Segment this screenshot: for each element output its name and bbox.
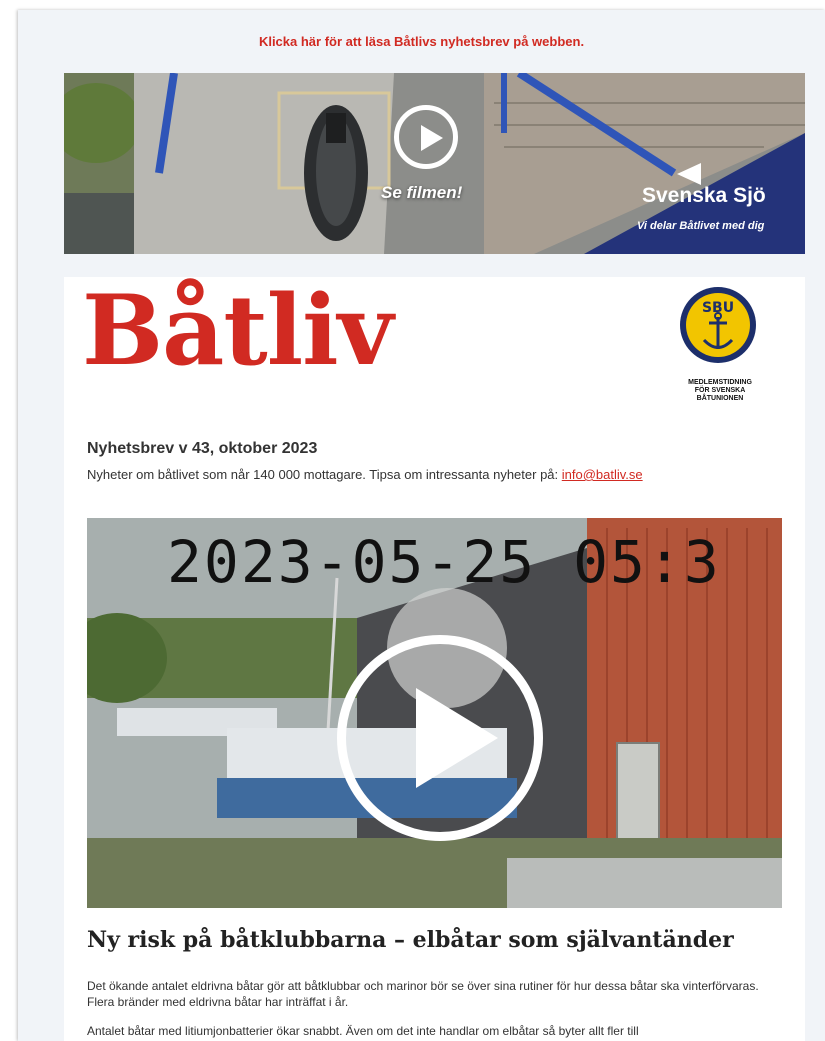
svenska-sjo-logo-icon [677, 163, 701, 185]
email-link[interactable]: info@batliv.se [562, 467, 643, 482]
article-video[interactable]: 2023-05-25 05:3 [87, 518, 782, 908]
banner-cta-label[interactable]: Se filmen! [381, 183, 462, 203]
sbu-caption-line: FÖR SVENSKA [694, 387, 746, 394]
intro-label: Nyheter om båtlivet som når 140 000 mott… [87, 467, 562, 482]
brand-tagline: Vi delar Båtlivet med dig [637, 220, 765, 232]
sbu-caption-line: MEDLEMSTIDNING [688, 379, 752, 386]
article-paragraph: Antalet båtar med litiumjonbatterier öka… [87, 1024, 639, 1038]
newsletter-container: Klicka här för att läsa Båtlivs nyhetsbr… [18, 10, 825, 1041]
newsletter-content: Båtliv SBU MEDLEMSTIDNING FÖR SVENSKA BÅ… [64, 277, 805, 1041]
intro-text: Nyheter om båtlivet som når 140 000 mott… [87, 467, 643, 482]
batliv-logo[interactable]: Båtliv [82, 283, 393, 379]
video-timestamp: 2023-05-25 05:3 [167, 528, 721, 596]
issue-title: Nyhetsbrev v 43, oktober 2023 [87, 440, 318, 457]
read-on-web-link[interactable]: Klicka här för att läsa Båtlivs nyhetsbr… [18, 34, 825, 49]
sbu-caption: MEDLEMSTIDNING FÖR SVENSKA BÅTUNIONEN [660, 379, 780, 403]
brand-name: Svenska Sjö [642, 184, 766, 207]
sbu-anchor-badge-icon: SBU [680, 287, 756, 363]
article-paragraph: Det ökande antalet eldrivna båtar gör at… [87, 979, 759, 1009]
article-headline[interactable]: Ny risk på båtklubbarna – elbåtar som sj… [87, 927, 734, 953]
sbu-caption-line: BÅTUNIONEN [696, 395, 744, 402]
play-icon[interactable] [394, 105, 458, 169]
play-icon[interactable] [337, 635, 543, 841]
video-banner[interactable]: Se filmen! Svenska Sjö Vi delar Båtlivet… [64, 73, 805, 254]
